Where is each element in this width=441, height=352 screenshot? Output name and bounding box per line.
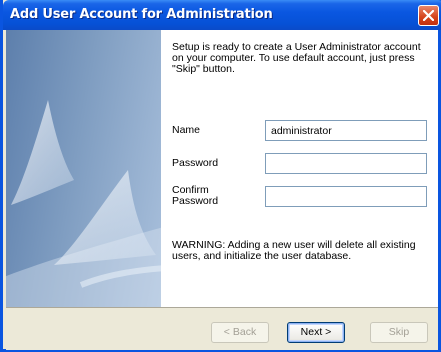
window-title: Add User Account for Administration — [10, 7, 273, 22]
content-panel: Setup is ready to create a User Administ… — [161, 30, 438, 307]
intro-text: Setup is ready to create a User Administ… — [172, 41, 421, 75]
name-input[interactable] — [265, 120, 427, 141]
warning-text: WARNING: Adding a new user will delete a… — [172, 239, 416, 262]
next-button[interactable]: Next > — [287, 322, 345, 343]
confirm-label-line2: Password — [172, 195, 219, 207]
title-bar[interactable]: Add User Account for Administration — [3, 0, 441, 30]
button-bar: < Back Next > Skip — [6, 307, 438, 350]
confirm-password-label: Confirm Password — [172, 185, 218, 207]
wizard-side-graphic — [6, 30, 161, 307]
name-label: Name — [172, 124, 201, 136]
password-input[interactable] — [265, 153, 427, 174]
setup-dialog: Add User Account for Administration Setu… — [0, 0, 441, 352]
confirm-password-input[interactable] — [265, 186, 427, 207]
sail-graphic — [6, 100, 161, 307]
close-button[interactable] — [418, 5, 439, 26]
skip-button[interactable]: Skip — [370, 322, 428, 343]
close-icon — [423, 10, 434, 21]
back-button[interactable]: < Back — [211, 322, 269, 343]
password-label: Password — [172, 157, 219, 169]
